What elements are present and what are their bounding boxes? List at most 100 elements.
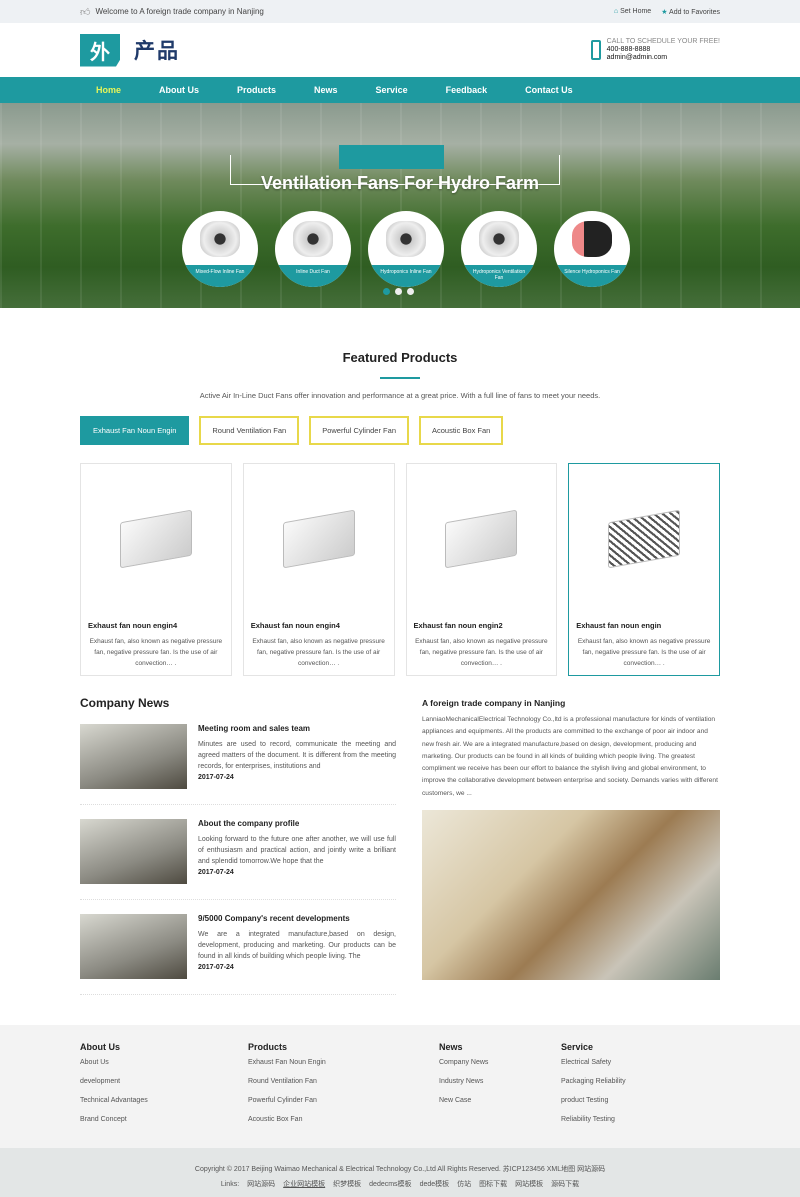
news-title[interactable]: About the company profile — [198, 819, 396, 828]
logo-mark: 外 — [80, 33, 120, 67]
product-image — [407, 464, 557, 614]
hero-product[interactable]: Hydroponics Ventilation Fan — [461, 211, 537, 287]
email: admin@admin.com — [606, 54, 668, 61]
product-card[interactable]: Exhaust fan noun engin2 Exhaust fan, also… — [405, 463, 558, 676]
about-title: A foreign trade company in Nanjing — [422, 698, 566, 708]
footer-link[interactable]: Technical Advantages — [80, 1097, 248, 1116]
footer-link[interactable]: New Case — [439, 1097, 561, 1116]
product-name: Exhaust fan noun engin2 — [413, 621, 503, 630]
product-card[interactable]: Exhaust fan noun engin4 Exhaust fan, also… — [242, 463, 395, 676]
slide-dot[interactable] — [383, 288, 390, 295]
friend-link[interactable]: 网站源码 — [247, 1181, 275, 1188]
hero-product[interactable]: Hydroponics Inline Fan — [368, 211, 444, 287]
footer-link[interactable]: Company News — [439, 1059, 561, 1078]
friend-link[interactable]: 企业网站模板 — [283, 1181, 325, 1188]
thumbs-up-icon: 👍︎ — [80, 6, 91, 18]
logo-text: 产品 — [134, 40, 180, 63]
news-thumbnail — [80, 914, 187, 979]
nav-news[interactable]: News — [314, 85, 338, 95]
hero-product[interactable]: Silence Hydroponics Fan — [554, 211, 630, 287]
footer-link[interactable]: Round Ventilation Fan — [248, 1078, 439, 1097]
star-icon: ★ — [661, 8, 668, 16]
call-text: CALL TO SCHEDULE YOUR FREE! — [606, 38, 720, 45]
footer-link[interactable]: Exhaust Fan Noun Engin — [248, 1059, 439, 1078]
tab-exhaust-fan[interactable]: Exhaust Fan Noun Engin — [80, 416, 190, 445]
footer-link[interactable]: Electrical Safety — [561, 1059, 626, 1078]
footer-link[interactable]: Reliability Testing — [561, 1116, 626, 1135]
hero-product[interactable]: Mixed-Flow Inline Fan — [182, 211, 258, 287]
logo[interactable]: 外产品 — [80, 33, 180, 67]
news-section: Company News Meeting room and sales team… — [80, 696, 720, 995]
hero-product[interactable]: Inline Duct Fan — [275, 211, 351, 287]
friend-link[interactable]: 网站模板 — [515, 1181, 543, 1188]
footer-link[interactable]: Acoustic Box Fan — [248, 1116, 439, 1135]
footer-link[interactable]: development — [80, 1078, 248, 1097]
footer-link[interactable]: Industry News — [439, 1078, 561, 1097]
product-desc: Exhaust fan, also known as negative pres… — [89, 638, 223, 667]
news-item[interactable]: 9/5000 Company's recent developments We a… — [80, 900, 396, 995]
fan-image — [293, 221, 333, 257]
friend-link[interactable]: dede模板 — [420, 1181, 450, 1188]
friend-links: Links: 网站源码 企业网站模板 织梦模板 dedecms模板 dede模板 仿站 图标下… — [0, 1177, 800, 1192]
footer-link[interactable]: Packaging Reliability — [561, 1078, 626, 1097]
nav-service[interactable]: Service — [376, 85, 408, 95]
set-home-link[interactable]: ⌂ Set Home — [614, 8, 651, 16]
news-title[interactable]: Meeting room and sales team — [198, 724, 396, 733]
friend-link[interactable]: dedecms模板 — [369, 1181, 411, 1188]
tab-acoustic-box-fan[interactable]: Acoustic Box Fan — [418, 416, 504, 445]
footer-col-products: Products Exhaust Fan Noun Engin Round Vent… — [248, 1025, 439, 1135]
slide-dot[interactable] — [395, 288, 402, 295]
footer-heading: Products — [248, 1042, 288, 1052]
home-icon: ⌂ — [613, 7, 619, 15]
hero-banner: Ventilation Fans For Hydro Farm Mixed-Fl… — [0, 103, 800, 308]
section-desc: Active Air In-Line Duct Fans offer innov… — [199, 391, 601, 400]
nav-about-us[interactable]: About Us — [159, 85, 199, 95]
footer-heading: Service — [561, 1042, 594, 1052]
product-name: Exhaust fan noun engin — [576, 621, 662, 630]
hero-product-label: Hydroponics Inline Fan — [368, 265, 444, 287]
product-card[interactable]: Exhaust fan noun engin4 Exhaust fan, also… — [80, 463, 232, 676]
news-title[interactable]: 9/5000 Company's recent developments — [198, 914, 396, 923]
product-name: Exhaust fan noun engin4 — [88, 621, 178, 630]
hero-product-label: Silence Hydroponics Fan — [554, 265, 630, 287]
hero-product-label: Mixed-Flow Inline Fan — [182, 265, 258, 287]
footer-link[interactable]: product Testing — [561, 1097, 626, 1116]
set-home-label: Set Home — [620, 7, 652, 15]
product-image — [81, 464, 231, 614]
friend-link[interactable]: 织梦模板 — [333, 1181, 361, 1188]
product-image — [569, 464, 719, 614]
news-item[interactable]: Meeting room and sales team Minutes are u… — [80, 710, 396, 805]
header: 外产品 CALL TO SCHEDULE YOUR FREE! 400-888-8… — [0, 23, 800, 77]
product-image — [244, 464, 394, 614]
news-date: 2017-07-24 — [198, 774, 234, 781]
fan-image — [200, 221, 240, 257]
product-card[interactable]: Exhaust fan noun engin Exhaust fan, also … — [568, 463, 720, 676]
product-desc: Exhaust fan, also known as negative pres… — [415, 638, 548, 667]
tab-powerful-cylinder-fan[interactable]: Powerful Cylinder Fan — [309, 416, 409, 445]
footer-link[interactable]: Powerful Cylinder Fan — [248, 1097, 439, 1116]
footer-link[interactable]: About Us — [80, 1059, 248, 1078]
fan-image — [386, 221, 426, 257]
nav-feedback[interactable]: Feedback — [446, 85, 488, 95]
nav-products[interactable]: Products — [237, 85, 276, 95]
tab-round-ventilation-fan[interactable]: Round Ventilation Fan — [199, 416, 300, 445]
fan-image — [479, 221, 519, 257]
product-desc: Exhaust fan, also known as negative pres… — [252, 638, 385, 667]
friend-link[interactable]: 源码下载 — [551, 1181, 579, 1188]
friend-link[interactable]: 图标下载 — [479, 1181, 507, 1188]
company-news-title: Company News — [80, 696, 170, 710]
news-date: 2017-07-24 — [198, 964, 234, 971]
main-nav: Home About Us Products News Service Feed… — [0, 77, 800, 103]
slide-dot[interactable] — [407, 288, 414, 295]
nav-contact-us[interactable]: Contact Us — [525, 85, 573, 95]
nav-home[interactable]: Home — [96, 85, 121, 95]
hero-accent — [339, 145, 444, 169]
product-name: Exhaust fan noun engin4 — [250, 621, 340, 630]
phone-number: 400-888-8888 — [606, 46, 651, 53]
footer-col-about: About Us About Us development Technical Adv… — [80, 1025, 248, 1135]
friend-link[interactable]: 仿站 — [457, 1181, 471, 1188]
footer-link[interactable]: Brand Concept — [80, 1116, 248, 1135]
add-favorites-link[interactable]: ★ Add to Favorites — [661, 8, 720, 16]
news-item[interactable]: About the company profile Looking forward… — [80, 805, 396, 900]
slider-dots — [383, 288, 414, 295]
